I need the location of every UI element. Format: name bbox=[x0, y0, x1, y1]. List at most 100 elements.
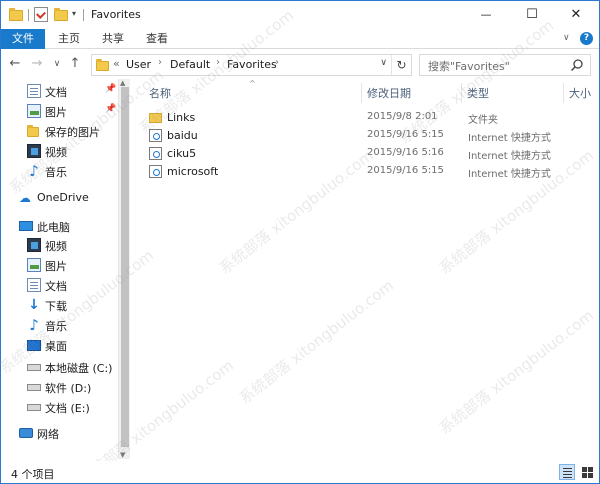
column-header-type[interactable]: 类型 bbox=[467, 85, 489, 101]
tab-home[interactable]: 主页 bbox=[49, 29, 89, 49]
scrollbar-thumb[interactable] bbox=[121, 87, 129, 447]
file-type: Internet 快捷方式 bbox=[468, 133, 551, 144]
breadcrumb-favorites[interactable]: Favorites bbox=[227, 58, 277, 71]
pin-icon[interactable]: 📌 bbox=[105, 104, 116, 114]
search-box[interactable]: 搜索"Favorites" bbox=[419, 54, 591, 76]
sort-arrow-icon: ^ bbox=[249, 79, 256, 88]
tab-view[interactable]: 查看 bbox=[137, 29, 177, 49]
sidebar-item-pc-videos[interactable]: 视频 bbox=[1, 236, 118, 254]
file-name: baidu bbox=[167, 129, 198, 142]
breadcrumb-separator[interactable]: › bbox=[275, 57, 279, 68]
file-type: Internet 快捷方式 bbox=[468, 151, 551, 162]
file-list: ^ 名称 修改日期 类型 大小 Links 2015/9/8 2:01 文件夹 … bbox=[131, 79, 599, 459]
video-icon bbox=[27, 238, 41, 252]
minimize-button[interactable]: — bbox=[463, 1, 509, 29]
ribbon-expand-icon[interactable]: ∨ bbox=[563, 33, 573, 43]
breadcrumb-default[interactable]: Default bbox=[170, 58, 210, 71]
explorer-window: ▾ Favorites — ☐ ✕ 文件 主页 共享 查看 ∨ ? ← → ∨ … bbox=[0, 0, 600, 484]
sidebar-item-label: 保存的图片 bbox=[45, 126, 100, 139]
drive-icon bbox=[27, 404, 41, 411]
quick-access-dropdown-icon[interactable]: ▾ bbox=[72, 9, 76, 18]
sidebar-item-this-pc[interactable]: 此电脑 bbox=[1, 217, 118, 235]
navigation-pane: 文档 📌 图片 📌 保存的图片 视频 ♪ 音乐 ☁ OneDrive 此电脑 视… bbox=[1, 79, 118, 459]
maximize-button[interactable]: ☐ bbox=[509, 1, 555, 29]
breadcrumb-user[interactable]: User bbox=[126, 58, 151, 71]
tab-share[interactable]: 共享 bbox=[93, 29, 133, 49]
file-row-baidu[interactable]: baidu 2015/9/16 5:15 Internet 快捷方式 bbox=[145, 127, 585, 145]
scroll-up-icon[interactable]: ▲ bbox=[120, 79, 125, 87]
sidebar-item-music[interactable]: ♪ 音乐 bbox=[1, 162, 118, 180]
details-view-button[interactable] bbox=[559, 464, 575, 480]
file-type: 文件夹 bbox=[468, 115, 498, 126]
column-header-name[interactable]: 名称 bbox=[149, 85, 171, 101]
file-row-microsoft[interactable]: microsoft 2015/9/16 5:15 Internet 快捷方式 bbox=[145, 163, 585, 181]
video-icon bbox=[27, 144, 41, 158]
refresh-button[interactable]: ↻ bbox=[391, 55, 411, 75]
file-row-ciku5[interactable]: ciku5 2015/9/16 5:16 Internet 快捷方式 bbox=[145, 145, 585, 163]
sidebar-item-documents[interactable]: 文档 📌 bbox=[1, 82, 118, 100]
sidebar-item-pc-pictures[interactable]: 图片 bbox=[1, 256, 118, 274]
sidebar-item-label: 视频 bbox=[45, 240, 67, 253]
music-icon: ♪ bbox=[29, 162, 39, 180]
help-icon[interactable]: ? bbox=[580, 32, 593, 45]
close-button[interactable]: ✕ bbox=[553, 1, 599, 29]
search-icon[interactable] bbox=[570, 58, 584, 72]
drive-icon bbox=[27, 364, 41, 371]
status-bar: 4 个项目 bbox=[1, 461, 599, 483]
sidebar-item-drive-e[interactable]: 文档 (E:) bbox=[1, 398, 118, 416]
file-modified: 2015/9/16 5:16 bbox=[367, 147, 444, 158]
sidebar-item-pictures[interactable]: 图片 📌 bbox=[1, 102, 118, 120]
sidebar-item-label: 网络 bbox=[37, 428, 59, 441]
sidebar-item-label: 本地磁盘 (C:) bbox=[45, 362, 113, 375]
sidebar-item-label: 文档 bbox=[45, 86, 67, 99]
search-input[interactable]: 搜索"Favorites" bbox=[428, 58, 510, 74]
column-header-size[interactable]: 大小 bbox=[569, 85, 591, 101]
address-bar[interactable]: « User › Default › Favorites › ∨ ↻ bbox=[91, 54, 412, 76]
url-shortcut-icon bbox=[149, 129, 162, 142]
large-icons-view-button[interactable] bbox=[579, 464, 595, 480]
document-icon bbox=[27, 84, 41, 98]
sidebar-item-drive-d[interactable]: 软件 (D:) bbox=[1, 378, 118, 396]
sidebar-item-pc-documents[interactable]: 文档 bbox=[1, 276, 118, 294]
navigation-scrollbar[interactable]: ▲ ▼ bbox=[118, 79, 130, 459]
tab-file[interactable]: 文件 bbox=[1, 29, 45, 49]
sidebar-item-pc-desktop[interactable]: 桌面 bbox=[1, 336, 118, 354]
sidebar-item-videos[interactable]: 视频 bbox=[1, 142, 118, 160]
title-bar: ▾ Favorites — ☐ ✕ bbox=[1, 1, 599, 29]
forward-button[interactable]: → bbox=[29, 55, 45, 73]
sidebar-item-label: 文档 bbox=[45, 280, 67, 293]
column-header-modified[interactable]: 修改日期 bbox=[367, 85, 411, 101]
folder-icon bbox=[96, 59, 109, 71]
sidebar-item-label: 视频 bbox=[45, 146, 67, 159]
cloud-icon: ☁ bbox=[19, 191, 31, 205]
recent-locations-button[interactable]: ∨ bbox=[49, 55, 65, 73]
file-modified: 2015/9/16 5:15 bbox=[367, 165, 444, 176]
file-modified: 2015/9/8 2:01 bbox=[367, 111, 438, 122]
folder-icon bbox=[27, 124, 41, 138]
address-row: ← → ∨ ↑ « User › Default › Favorites › ∨… bbox=[1, 49, 599, 79]
file-row-links[interactable]: Links 2015/9/8 2:01 文件夹 bbox=[145, 109, 585, 127]
file-name: ciku5 bbox=[167, 147, 197, 160]
music-icon: ♪ bbox=[29, 316, 39, 334]
sidebar-item-drive-c[interactable]: 本地磁盘 (C:) bbox=[1, 358, 118, 376]
folder-icon bbox=[149, 113, 162, 123]
sidebar-item-onedrive[interactable]: ☁ OneDrive bbox=[1, 189, 118, 207]
breadcrumb-separator[interactable]: › bbox=[216, 57, 220, 68]
sidebar-item-pc-music[interactable]: ♪ 音乐 bbox=[1, 316, 118, 334]
properties-icon[interactable] bbox=[34, 7, 48, 22]
drive-icon bbox=[27, 384, 41, 391]
sidebar-item-network[interactable]: 网络 bbox=[1, 424, 118, 442]
network-icon bbox=[19, 428, 33, 438]
back-button[interactable]: ← bbox=[7, 55, 23, 73]
breadcrumb-separator[interactable]: › bbox=[158, 57, 162, 68]
pin-icon[interactable]: 📌 bbox=[105, 84, 116, 94]
breadcrumb-overflow[interactable]: « bbox=[113, 57, 120, 70]
file-name: Links bbox=[167, 111, 196, 124]
sidebar-item-label: 音乐 bbox=[45, 166, 67, 179]
sidebar-item-saved-pictures[interactable]: 保存的图片 bbox=[1, 122, 118, 140]
up-button[interactable]: ↑ bbox=[67, 55, 83, 73]
address-dropdown-icon[interactable]: ∨ bbox=[380, 58, 387, 68]
scroll-down-icon[interactable]: ▼ bbox=[120, 451, 125, 459]
sidebar-item-pc-downloads[interactable]: ↓ 下载 bbox=[1, 296, 118, 314]
window-title: Favorites bbox=[91, 8, 141, 21]
